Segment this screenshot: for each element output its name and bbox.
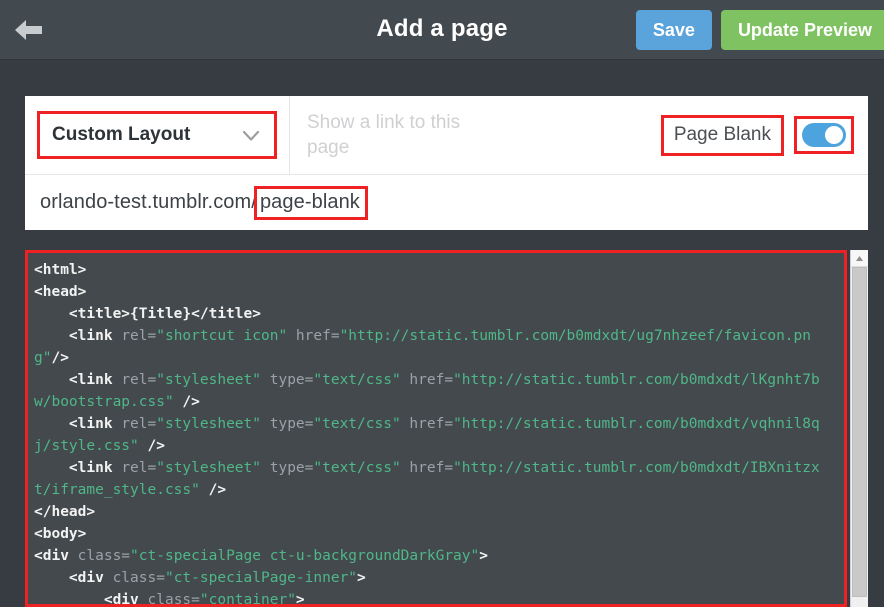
layout-cell: Custom Layout [25,96,290,174]
page-blank-label: Page Blank [660,114,784,156]
page-blank-cell: Page Blank [660,96,868,174]
triangle-up-icon [855,249,864,267]
layout-select[interactable]: Custom Layout [37,111,277,159]
page-blank-toggle[interactable] [802,123,846,147]
page-url-base: orlando-test.tumblr.com/ [40,191,257,213]
scrollbar-thumb[interactable] [852,267,867,597]
code-editor-scrollbar[interactable] [850,250,868,607]
scroll-up-button[interactable] [851,250,868,267]
code-editor-content[interactable]: <html> <head> <title>{Title}</title> <li… [28,253,844,604]
panel-top-row: Custom Layout Show a link to this page P… [25,96,868,175]
save-button[interactable]: Save [635,10,712,50]
page-url-row: orlando-test.tumblr.com/ page-blank [25,175,868,230]
layout-select-value: Custom Layout [52,124,191,145]
page-blank-toggle-wrap [794,116,854,154]
page-url-slug[interactable]: page-blank [253,185,368,220]
toggle-knob [825,126,843,144]
show-link-placeholder: Show a link to this page [307,112,461,158]
app-header: Add a page Save Update Preview [0,0,884,60]
update-preview-button[interactable]: Update Preview [720,10,884,50]
show-link-cell[interactable]: Show a link to this page [290,96,661,174]
page-settings-panel: Custom Layout Show a link to this page P… [25,96,868,230]
code-editor: <html> <head> <title>{Title}</title> <li… [25,250,868,607]
code-editor-box[interactable]: <html> <head> <title>{Title}</title> <li… [25,250,847,607]
chevron-down-icon [242,129,260,141]
header-actions: Save Update Preview [635,10,884,50]
